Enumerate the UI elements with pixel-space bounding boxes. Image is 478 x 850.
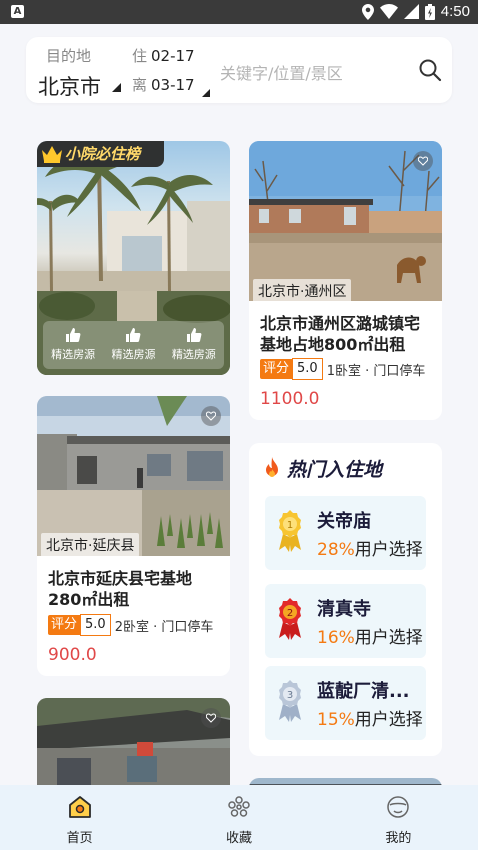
search-icon[interactable] xyxy=(418,58,442,82)
wifi-icon xyxy=(379,4,398,19)
hot-destination-stat: 15%用户选择 xyxy=(317,705,423,730)
hot-destination-suffix: 用户选择 xyxy=(354,710,423,730)
checkout-row: 离 03-17 xyxy=(132,74,195,95)
featured-item-label: 精选房源 xyxy=(111,348,156,361)
location-tag: 北京市·延庆县 xyxy=(41,533,140,556)
rating-value: 5.0 xyxy=(80,614,111,636)
hot-destinations-panel: 热门入住地 1 关帝庙 28%用户选择 2 清真寺 16%用户选择 3 蓝靛厂清… xyxy=(249,443,442,756)
checkin-prefix: 住 xyxy=(132,47,148,65)
favorites-icon xyxy=(228,796,250,817)
listing-features: 1卧室 · 门口停车 xyxy=(326,363,426,379)
hot-destination-suffix: 用户选择 xyxy=(354,628,423,648)
hot-destination-item[interactable]: 2 清真寺 16%用户选择 xyxy=(265,584,426,658)
hot-destination-stat: 16%用户选择 xyxy=(317,623,423,648)
rating-label: 评分 xyxy=(260,359,293,379)
listing-card[interactable]: 北京市·通州区 北京市通州区潞城镇宅基地占地800㎡出租 评分 5.0 1卧室 … xyxy=(249,141,442,420)
featured-item-label: 精选房源 xyxy=(51,348,96,361)
thumbs-up-icon xyxy=(66,328,81,342)
checkout-date: 03-17 xyxy=(151,76,195,94)
listing-card[interactable]: 北京市·延庆县 北京市延庆县宅基地280㎡出租 评分 5.0 2卧室 · 门口停… xyxy=(37,396,230,676)
featured-item[interactable]: 精选房源 xyxy=(165,321,223,369)
nav-profile-label: 我的 xyxy=(385,831,412,846)
hot-destination-percent: 28% xyxy=(317,540,355,560)
destination-value: 北京市 xyxy=(38,75,101,99)
featured-badge-text: 小院必住榜 xyxy=(65,145,141,163)
featured-item-label: 精选房源 xyxy=(171,348,216,361)
checkin-date: 02-17 xyxy=(151,47,195,65)
dropdown-corner-icon xyxy=(202,89,210,97)
nav-profile[interactable]: 我的 xyxy=(319,785,478,850)
rating-value: 5.0 xyxy=(292,358,323,380)
thumbs-up-icon xyxy=(186,328,202,342)
hot-destination-item[interactable]: 1 关帝庙 28%用户选择 xyxy=(265,496,426,570)
date-selector[interactable]: 住 02-17 离 03-17 xyxy=(128,37,212,103)
home-icon xyxy=(68,796,91,818)
battery-icon xyxy=(424,3,435,20)
status-time: 4:50 xyxy=(440,3,470,20)
keyword-search-input[interactable]: 关键字/位置/景区 xyxy=(220,60,343,84)
location-icon xyxy=(361,3,374,20)
featured-strip: 精选房源 精选房源 精选房源 xyxy=(43,321,224,369)
fire-icon xyxy=(266,457,278,477)
featured-item[interactable]: 精选房源 xyxy=(44,321,102,369)
notification-icon: A xyxy=(11,5,24,18)
signal-icon xyxy=(403,4,419,19)
medal-number: 1 xyxy=(287,520,293,531)
medal-number: 3 xyxy=(287,690,293,701)
rating-label: 评分 xyxy=(48,615,81,635)
listing-rating: 评分 5.0 1卧室 · 门口停车 xyxy=(260,358,425,380)
gold-medal-icon: 1 xyxy=(279,510,301,552)
listing-title: 北京市通州区潞城镇宅基地占地800㎡出租 xyxy=(260,314,421,354)
thumbs-up-icon xyxy=(126,328,141,342)
featured-item[interactable]: 精选房源 xyxy=(104,321,162,369)
listing-price: 1100.0 xyxy=(260,389,320,409)
dropdown-corner-icon xyxy=(112,83,121,92)
listing-features: 2卧室 · 门口停车 xyxy=(114,619,214,635)
profile-icon xyxy=(387,796,410,818)
favorite-heart-icon[interactable] xyxy=(201,708,221,728)
destination-label: 目的地 xyxy=(46,47,92,65)
nav-home[interactable]: 首页 xyxy=(0,785,159,850)
nav-favorites[interactable]: 收藏 xyxy=(159,785,318,850)
hot-destination-percent: 16% xyxy=(317,628,355,648)
nav-home-label: 首页 xyxy=(66,831,93,846)
medal-number: 2 xyxy=(287,608,293,619)
status-bar: A 4:50 xyxy=(0,0,478,24)
checkin-row: 住 02-17 xyxy=(132,45,195,66)
listing-price: 900.0 xyxy=(48,645,97,665)
search-bar: 目的地 北京市 住 02-17 离 03-17 关键字/位置/景区 xyxy=(26,37,452,103)
listing-rating: 评分 5.0 2卧室 · 门口停车 xyxy=(48,614,213,636)
hot-destination-name: 清真寺 xyxy=(317,599,371,620)
hot-destination-name: 关帝庙 xyxy=(317,511,371,532)
nav-favorites-label: 收藏 xyxy=(225,831,252,846)
hot-destination-percent: 15% xyxy=(317,710,355,730)
silver-medal-icon: 3 xyxy=(279,680,301,722)
featured-badge: 小院必住榜 xyxy=(37,141,164,167)
location-tag: 北京市·通州区 xyxy=(253,279,352,301)
hot-destinations-title: 热门入住地 xyxy=(287,459,383,481)
checkout-prefix: 离 xyxy=(132,76,148,94)
status-icons: 4:50 xyxy=(361,3,470,20)
hot-destination-suffix: 用户选择 xyxy=(354,540,423,560)
bottom-nav: 首页 收藏 我的 xyxy=(0,785,478,850)
favorite-heart-icon[interactable] xyxy=(201,406,221,426)
hot-destination-name: 蓝靛厂清... xyxy=(317,681,410,702)
listing-photo: 北京市·通州区 xyxy=(249,141,442,301)
hot-destination-item[interactable]: 3 蓝靛厂清... 15%用户选择 xyxy=(265,666,426,740)
favorite-heart-icon[interactable] xyxy=(413,151,433,171)
featured-card[interactable]: 小院必住榜 精选房源 精选房源 精选房源 xyxy=(37,141,230,375)
listing-title: 北京市延庆县宅基地280㎡出租 xyxy=(48,569,193,609)
hot-destination-stat: 28%用户选择 xyxy=(317,535,423,560)
listing-photo: 北京市·延庆县 xyxy=(37,396,230,556)
crown-icon xyxy=(42,146,62,163)
red-medal-icon: 2 xyxy=(279,598,301,640)
